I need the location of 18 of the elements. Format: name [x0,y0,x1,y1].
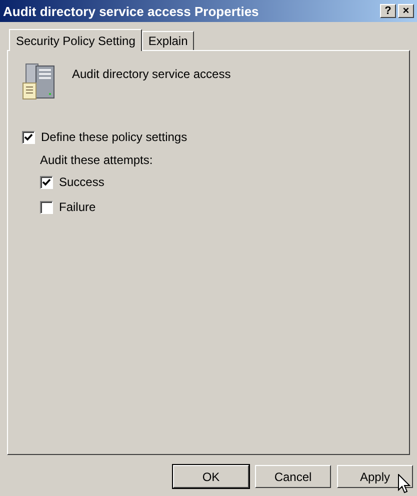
window-title: Audit directory service access Properties [3,4,260,18]
checkbox[interactable] [22,130,35,144]
checkbox-label: Define these policy settings [41,130,188,144]
checkbox[interactable] [40,200,53,214]
help-button[interactable]: ? [380,4,396,18]
tab[interactable]: Explain [142,31,194,50]
apply-button[interactable]: Apply [337,465,413,488]
ok-button[interactable]: OK [173,465,249,488]
checkbox-label: Success [59,175,104,189]
mouse-pointer-icon [398,474,411,494]
cancel-button[interactable]: Cancel [255,465,331,488]
server-icon [22,63,56,101]
checkbox-label: Failure [59,200,96,214]
close-button[interactable]: × [398,4,414,18]
tab[interactable]: Security Policy Setting [9,29,142,51]
section-label: Audit these attempts: [40,153,154,167]
checkbox[interactable] [40,176,53,188]
policy-name: Audit directory service access [72,67,231,81]
